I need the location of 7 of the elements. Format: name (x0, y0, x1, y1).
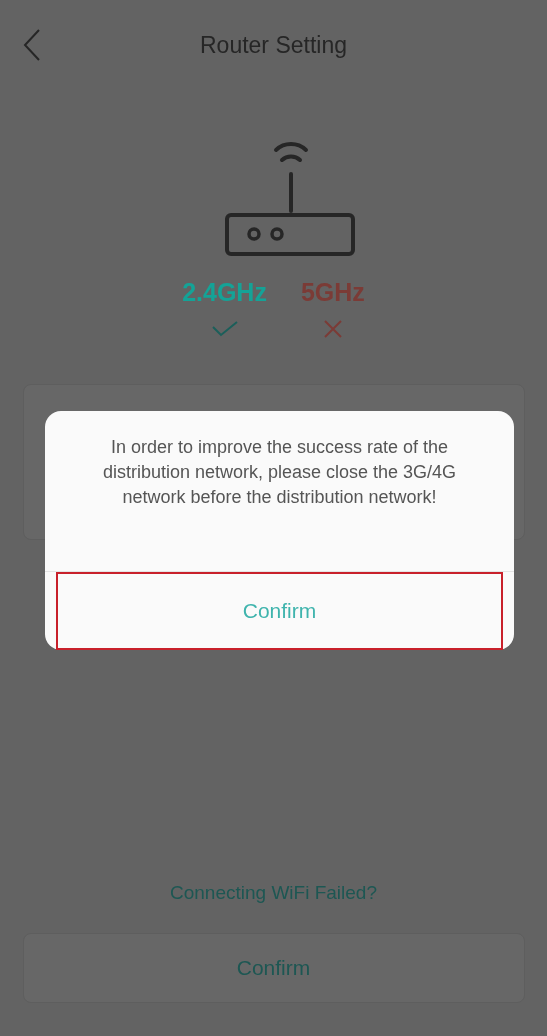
dialog-confirm-button[interactable]: Confirm (56, 572, 503, 650)
dialog-message: In order to improve the success rate of the distribution network, please close the 3G/4G network before the distribution network! (101, 436, 458, 509)
confirm-button[interactable]: Confirm (22, 933, 525, 1003)
back-icon[interactable] (23, 29, 41, 61)
page-title: Router Setting (200, 30, 347, 60)
help-link[interactable]: Connecting WiFi Failed? (170, 878, 377, 907)
band-label: 2.4GHz (182, 277, 267, 308)
